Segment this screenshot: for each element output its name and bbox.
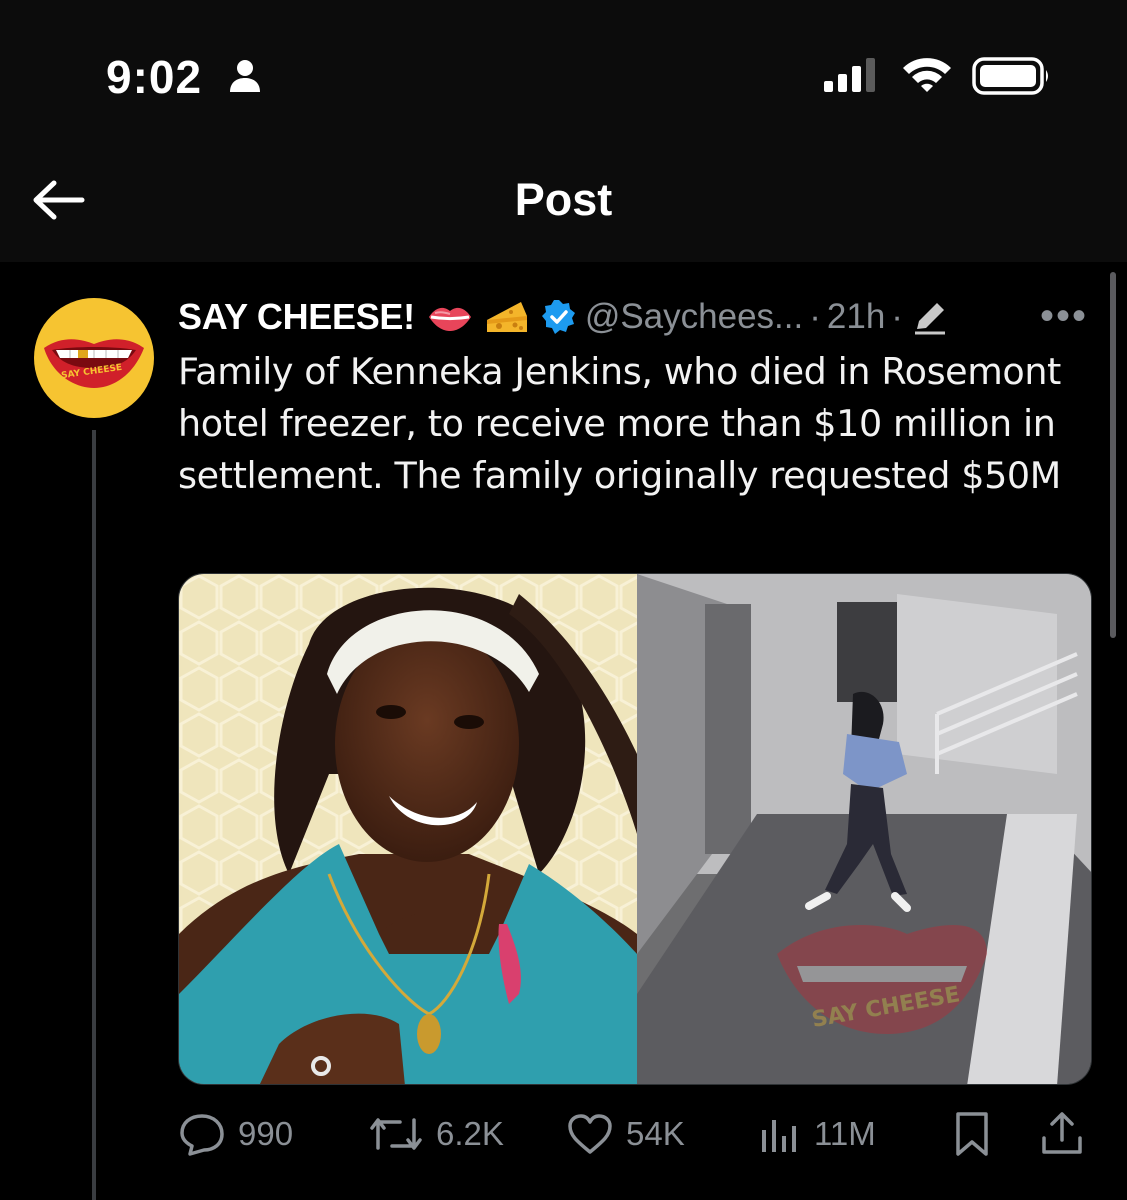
bookmark-button[interactable] [950, 1110, 994, 1158]
tweet-header: SAY CHEESE! @Saychees... · 21h · [178, 292, 949, 342]
post-screen: 9:02 Post SAY CHEESE SAY CHEESE! @Sayche… [0, 0, 1127, 1200]
cellular-signal-icon [824, 58, 875, 92]
thread-line [92, 430, 96, 1200]
battery-icon [972, 57, 1048, 95]
heart-icon [568, 1114, 612, 1154]
share-button[interactable] [1040, 1110, 1084, 1158]
share-icon [1042, 1112, 1082, 1154]
views-button[interactable]: 11M [758, 1110, 876, 1158]
tweet-text: Family of Kenneka Jenkins, who died in R… [178, 350, 1061, 497]
like-button[interactable]: 54K [566, 1110, 685, 1158]
views-count: 11M [814, 1115, 876, 1152]
verified-badge-icon[interactable] [541, 299, 577, 335]
post-time[interactable]: 21h [827, 297, 885, 337]
action-bar: 990 6.2K 54K 11M [178, 1110, 1088, 1158]
reply-icon [180, 1114, 224, 1156]
reply-button[interactable]: 990 [178, 1110, 293, 1158]
author-name[interactable]: SAY CHEESE! [178, 296, 415, 338]
page-title: Post [514, 174, 613, 225]
more-options-button[interactable]: ••• [1040, 296, 1088, 336]
say-cheese-logo: SAY CHEESE [44, 339, 144, 388]
wifi-icon [903, 58, 951, 92]
repost-icon [370, 1118, 422, 1150]
author-handle[interactable]: @Saychees... [585, 297, 803, 337]
scrollbar[interactable] [1110, 272, 1116, 638]
tweet-media[interactable]: SAY CHEESE [178, 573, 1092, 1085]
separator-dot: · [809, 297, 821, 336]
avatar[interactable]: SAY CHEESE [34, 298, 154, 418]
repost-button[interactable]: 6.2K [368, 1110, 504, 1158]
top-bar: 9:02 Post [0, 0, 1127, 262]
portrait-photo[interactable] [179, 574, 637, 1085]
hallway-surveillance-photo[interactable]: SAY CHEESE [637, 574, 1092, 1085]
lips-emoji [428, 307, 471, 331]
bookmark-icon [956, 1112, 988, 1156]
separator-dot: · [891, 297, 903, 336]
reply-count: 990 [238, 1115, 294, 1152]
pencil-icon[interactable] [911, 299, 949, 335]
cheese-emoji [486, 302, 527, 332]
like-count: 54K [626, 1115, 685, 1152]
views-icon [762, 1120, 796, 1152]
repost-count: 6.2K [436, 1115, 504, 1152]
person-icon [230, 60, 260, 92]
status-time: 9:02 [106, 51, 203, 103]
